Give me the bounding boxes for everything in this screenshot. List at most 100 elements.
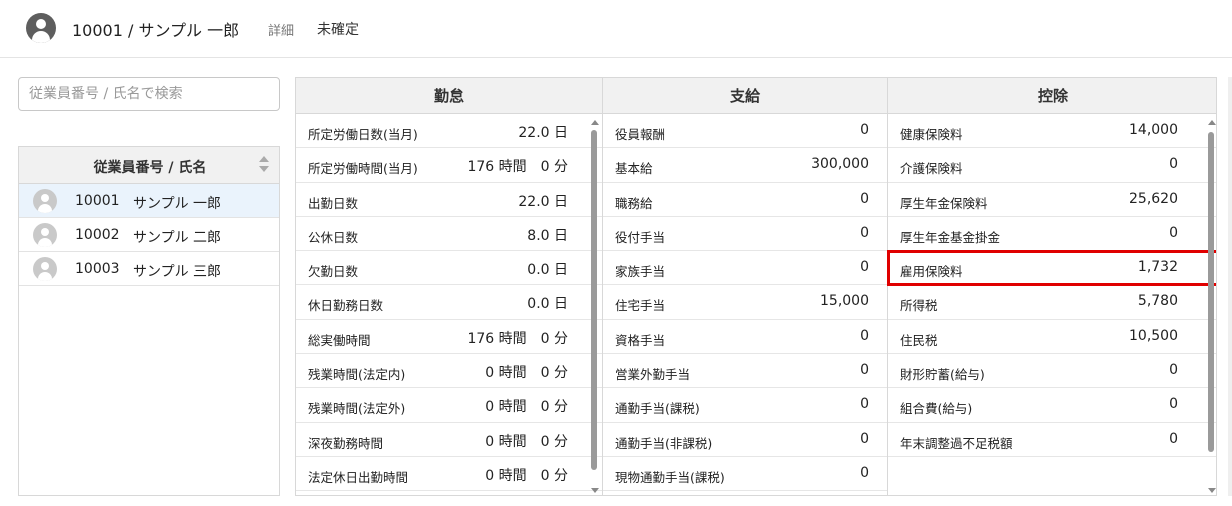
row-label: 所定労働時間(当月) (308, 161, 418, 177)
row-value[interactable]: 0 (1169, 431, 1178, 447)
shikyu-row: 家族手当 0 (603, 251, 887, 286)
kintai-row: 公休日数 8.0 日 (296, 217, 602, 252)
row-label: 資格手当 (615, 332, 666, 348)
kojo-row: 住民税 10,500 (888, 320, 1216, 355)
scrollbar-thumb[interactable] (591, 130, 597, 470)
row-value[interactable]: 0 (1169, 396, 1178, 412)
row-label: 年末調整過不足税額 (900, 435, 1013, 451)
row-value[interactable]: 0 (860, 259, 869, 275)
kojo-row: 年末調整過不足税額 0 (888, 423, 1216, 457)
shikyu-row: 営業外勤手当 0 (603, 354, 887, 389)
kojo-row: 厚生年金保険料 25,620 (888, 183, 1216, 217)
row-value[interactable]: 0 (1169, 225, 1178, 241)
row-value[interactable]: 0 (860, 396, 869, 412)
shikyu-row: 資格手当 0 (603, 320, 887, 355)
user-avatar-icon (26, 13, 56, 43)
shikyu-header: 支給 (603, 78, 887, 114)
employee-name: サンプル 三郎 (133, 264, 222, 280)
row-value[interactable]: 176 時間 0 分 (467, 328, 568, 348)
row-value[interactable]: 8.0 日 (527, 225, 568, 245)
row-label: 厚生年金保険料 (900, 195, 988, 211)
row-value[interactable]: 1,732 (1138, 259, 1178, 275)
row-label: 介護保険料 (900, 161, 963, 177)
shikyu-column: 支給 役員報酬 0 基本給 300,000 職務給 0 役付手当 0 家族手当 0 住宅手当 15,0… (603, 78, 888, 495)
row-value[interactable]: 0 (1169, 156, 1178, 172)
row-label: 休日勤務日数 (308, 298, 384, 314)
row-value[interactable]: 0 (860, 225, 869, 241)
employee-list-header-label: 従業員番号 / 氏名 (93, 160, 207, 176)
employee-list-item[interactable]: 10002 サンプル 二郎 (19, 218, 279, 252)
kojo-row: 財形貯蓄(給与) 0 (888, 354, 1216, 389)
scrollbar-thumb[interactable] (1208, 132, 1214, 452)
row-value[interactable]: 14,000 (1129, 122, 1178, 138)
row-value[interactable]: 0 時間 0 分 (485, 465, 568, 485)
row-value[interactable]: 0 (1169, 362, 1178, 378)
employee-name: サンプル 一郎 (133, 196, 222, 212)
row-label: 残業時間(法定内) (308, 367, 406, 383)
kintai-row: 所定労働日数(当月) 22.0 日 (296, 114, 602, 149)
page-header: 10001 / サンプル 一郎 詳細 未確定 (0, 0, 1232, 58)
row-label: 厚生年金基金掛金 (900, 229, 1001, 245)
scroll-down-arrow-icon[interactable] (591, 488, 599, 493)
status-label: 未確定 (317, 22, 359, 38)
page-scrollbar-edge (1228, 77, 1232, 496)
row-value[interactable]: 10,500 (1129, 328, 1178, 344)
kojo-row: 雇用保険料 1,732 (887, 250, 1216, 287)
scroll-up-arrow-icon[interactable] (1208, 120, 1216, 125)
kojo-scrollbar[interactable] (1206, 114, 1216, 495)
row-value[interactable]: 0 時間 0 分 (485, 362, 568, 382)
kintai-header: 勤怠 (296, 78, 602, 114)
sort-icon[interactable] (259, 156, 269, 174)
row-label: 通勤手当(課税) (615, 401, 700, 417)
kintai-row: 深夜勤務時間 0 時間 0 分 (296, 423, 602, 457)
row-value[interactable]: 176 時間 0 分 (467, 156, 568, 176)
row-value[interactable]: 0 (860, 362, 869, 378)
shikyu-row: 役員報酬 0 (603, 114, 887, 149)
row-value[interactable]: 0 (860, 465, 869, 481)
row-value[interactable]: 22.0 日 (518, 122, 568, 142)
employee-list-item[interactable]: 10003 サンプル 三郎 (19, 252, 279, 286)
row-value[interactable]: 15,000 (820, 293, 869, 309)
scroll-up-arrow-icon[interactable] (591, 120, 599, 125)
kojo-row: 所得税 5,780 (888, 285, 1216, 320)
row-value[interactable]: 22.0 日 (518, 191, 568, 211)
kojo-row: 厚生年金基金掛金 0 (888, 217, 1216, 252)
shikyu-row: 職務給 0 (603, 183, 887, 217)
employee-id: 10001 (75, 193, 120, 209)
row-label: 総実働時間 (308, 332, 371, 348)
kojo-header: 控除 (888, 78, 1216, 114)
row-label: 役員報酬 (615, 127, 666, 142)
employee-name: サンプル 二郎 (133, 230, 222, 246)
row-value[interactable]: 0 (860, 191, 869, 207)
row-value[interactable]: 0.0 日 (527, 259, 568, 279)
row-label: 家族手当 (615, 264, 666, 280)
row-label: 法定休日出勤時間 (308, 469, 409, 485)
row-label: 所得税 (900, 298, 938, 314)
employee-id: 10002 (75, 227, 120, 243)
shikyu-row: 基本給 300,000 (603, 148, 887, 183)
kintai-row: 欠勤日数 0.0 日 (296, 251, 602, 286)
row-value[interactable]: 0 (860, 328, 869, 344)
row-value[interactable]: 0 時間 0 分 (485, 396, 568, 416)
detail-link[interactable]: 詳細 (268, 20, 294, 39)
row-value[interactable]: 0 時間 0 分 (485, 431, 568, 451)
employee-search-input[interactable] (18, 77, 280, 111)
row-value[interactable]: 0 (860, 122, 869, 138)
kintai-scrollbar[interactable] (589, 114, 601, 495)
kintai-row: 残業時間(法定外) 0 時間 0 分 (296, 388, 602, 423)
row-value[interactable]: 0.0 日 (527, 293, 568, 313)
kojo-row: 組合費(給与) 0 (888, 388, 1216, 423)
scroll-down-arrow-icon[interactable] (1208, 488, 1216, 493)
employee-list-header[interactable]: 従業員番号 / 氏名 (19, 147, 279, 184)
row-label: 組合費(給与) (900, 401, 973, 417)
row-label: 健康保険料 (900, 127, 963, 142)
employee-list-item[interactable]: 10001 サンプル 一郎 (19, 184, 279, 218)
row-value[interactable]: 300,000 (811, 156, 869, 172)
kintai-row: 残業時間(法定内) 0 時間 0 分 (296, 354, 602, 389)
row-value[interactable]: 5,780 (1138, 293, 1178, 309)
kojo-row: 健康保険料 14,000 (888, 114, 1216, 149)
row-value[interactable]: 25,620 (1129, 191, 1178, 207)
employee-list: 従業員番号 / 氏名 10001 サンプル 一郎 10002 サンプル 二郎 10003… (18, 146, 280, 496)
row-value[interactable]: 0 (860, 431, 869, 447)
employee-title: 10001 / サンプル 一郎 (72, 21, 240, 40)
